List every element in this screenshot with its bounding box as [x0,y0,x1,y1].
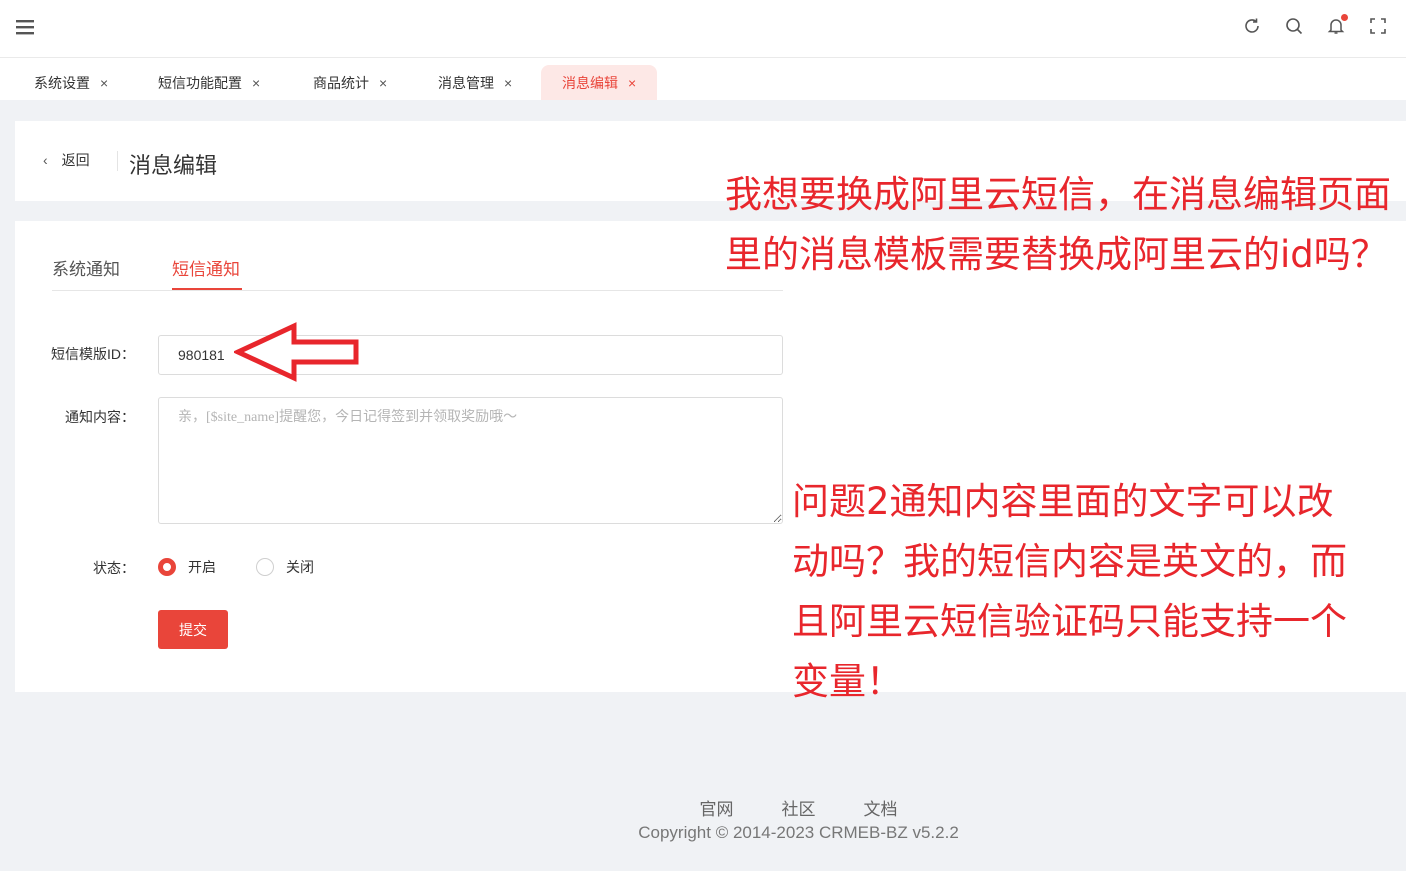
tab-label: 系统设置 [34,74,90,91]
fullscreen-icon[interactable] [1368,14,1388,38]
tab-label: 消息编辑 [562,74,618,91]
tab-system-settings[interactable]: 系统设置 × [34,65,108,100]
footer-links: 官网 社区 文档 [0,795,1406,820]
status-label: 状态： [93,560,135,576]
radio-unchecked-icon [256,558,274,576]
chevron-left-icon: ‹ [43,152,48,168]
tab-system-notification[interactable]: 系统通知 [52,255,120,280]
tab-label: 商品统计 [313,74,369,91]
back-label: 返回 [61,152,90,168]
radio-label: 关闭 [286,559,314,575]
submit-button[interactable]: 提交 [158,610,228,649]
tab-label: 消息管理 [438,74,494,91]
tabs-bar: 系统设置 × 短信功能配置 × 商品统计 × 消息管理 × 消息编辑 × [0,58,1406,100]
footer-link-official[interactable]: 官网 [700,795,734,820]
copyright: Copyright © 2014-2023 CRMEB-BZ v5.2.2 [638,823,959,842]
template-id-label: 短信模版ID： [51,346,135,362]
tab-label: 短信功能配置 [158,74,242,91]
notification-dot [1341,14,1348,21]
content-label: 通知内容： [65,409,135,425]
tab-message-management[interactable]: 消息管理 × [438,65,512,100]
footer-link-community[interactable]: 社区 [782,795,816,820]
refresh-icon[interactable] [1242,14,1262,38]
content-textarea[interactable] [158,397,783,524]
tabs-divider [52,290,783,291]
close-icon[interactable]: × [504,75,512,91]
close-icon[interactable]: × [100,75,108,91]
tab-product-stats[interactable]: 商品统计 × [313,65,387,100]
footer-link-docs[interactable]: 文档 [864,795,898,820]
close-icon[interactable]: × [628,75,636,91]
close-icon[interactable]: × [252,75,260,91]
annotation-note-2: 问题2通知内容里面的文字可以改动吗？我的短信内容是英文的，而且阿里云短信验证码只… [792,480,1347,703]
arrow-left-icon [234,322,359,382]
tab-sms-config[interactable]: 短信功能配置 × [158,65,260,100]
close-icon[interactable]: × [379,75,387,91]
annotation-note-1: 我想要换成阿里云短信，在消息编辑页面里的消息模板需要替换成阿里云的id吗？ [725,173,1391,276]
status-radio-on[interactable]: 开启 [158,557,216,577]
top-bar [0,0,1406,58]
tab-message-edit[interactable]: 消息编辑 × [541,65,658,100]
back-button[interactable]: ‹ 返回 [43,150,90,170]
page-title: 消息编辑 [129,153,218,178]
radio-checked-icon [158,558,176,576]
status-radio-off[interactable]: 关闭 [256,557,314,577]
search-icon[interactable] [1284,14,1304,38]
top-actions [1242,14,1388,38]
tab-sms-notification[interactable]: 短信通知 [172,255,240,280]
radio-label: 开启 [188,559,216,575]
bell-icon[interactable] [1326,14,1348,38]
divider [117,151,118,171]
menu-icon[interactable] [15,17,35,37]
